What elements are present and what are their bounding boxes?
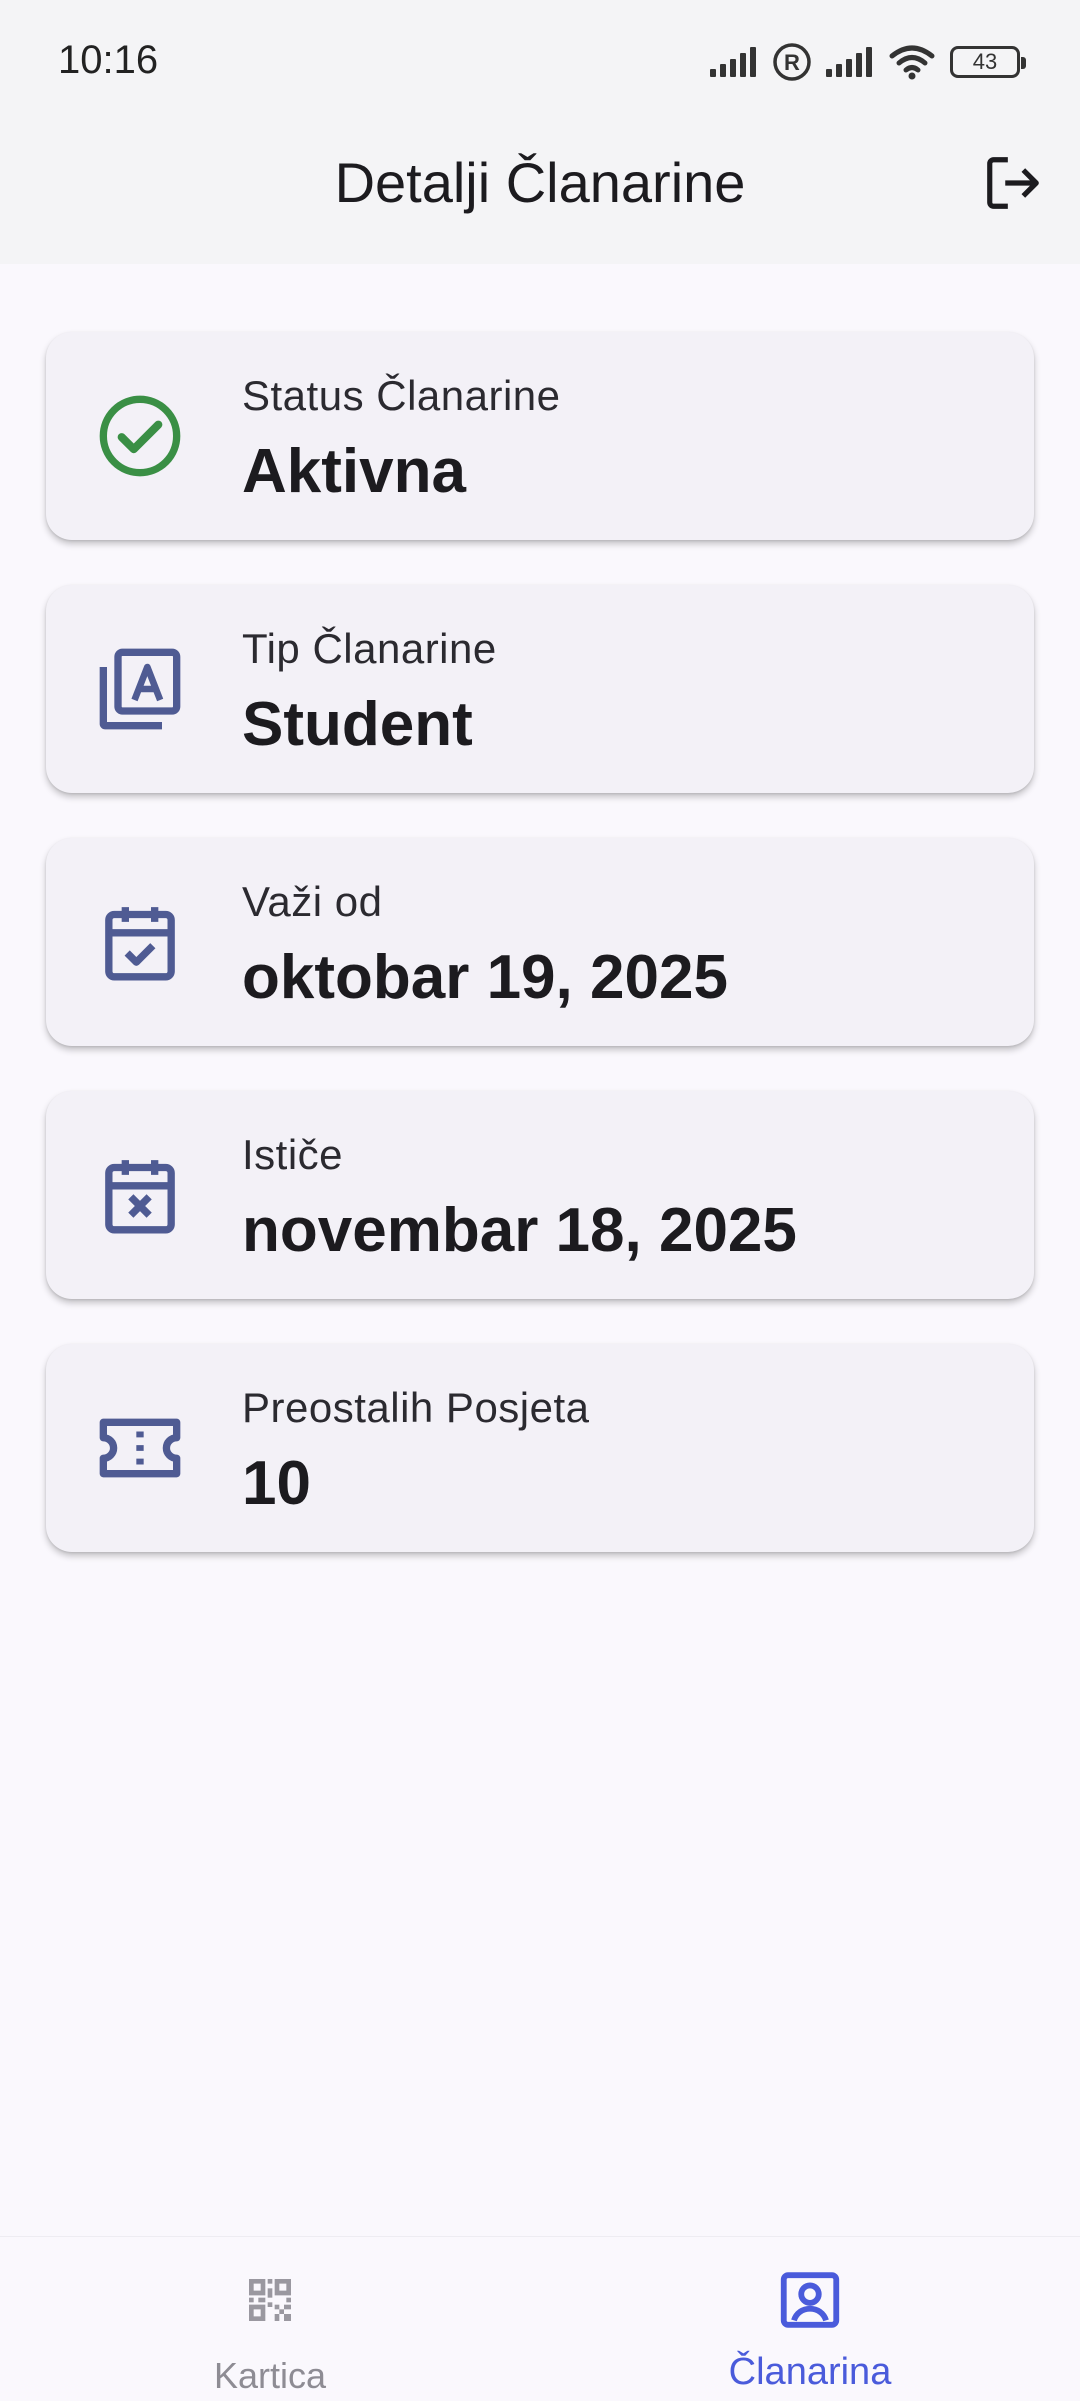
battery-indicator: 43 <box>950 46 1026 78</box>
card-value: novembar 18, 2025 <box>242 1196 797 1265</box>
check-circle-icon <box>94 390 186 482</box>
ticket-icon <box>94 1402 186 1494</box>
wifi-icon <box>889 45 935 80</box>
nav-label-kartica: Kartica <box>213 2355 327 2396</box>
membership-type-card: Tip Članarine Student <box>46 585 1034 793</box>
signal-icon-2 <box>826 47 872 77</box>
membership-type-icon <box>94 643 186 735</box>
expires-card: Ističe novembar 18, 2025 <box>46 1091 1034 1299</box>
qr-code-icon <box>0 2265 540 2335</box>
logout-icon <box>987 157 1039 209</box>
status-icons: R 43 <box>710 42 1026 82</box>
nav-item-clanarina[interactable]: Članarina <box>540 2237 1080 2401</box>
calendar-check-icon <box>94 896 186 988</box>
bottom-navigation: Kartica Članarina <box>0 2236 1080 2400</box>
svg-text:R: R <box>784 50 800 75</box>
card-label: Preostalih Posjeta <box>242 1384 590 1431</box>
card-value: Student <box>242 690 473 759</box>
card-value: oktobar 19, 2025 <box>242 943 728 1012</box>
nav-item-kartica[interactable]: Kartica <box>0 2237 540 2401</box>
card-value: Aktivna <box>242 437 466 506</box>
card-label: Važi od <box>242 878 383 925</box>
status-time: 10:16 <box>58 38 159 82</box>
status-bar: 10:16 R 43 <box>0 0 1080 128</box>
logout-button[interactable] <box>978 148 1048 218</box>
page-title: Detalji Članarine <box>334 151 746 214</box>
membership-details: Status Članarine Aktivna Tip Članarine S… <box>46 332 1034 1597</box>
card-label: Ističe <box>242 1131 344 1178</box>
signal-icon <box>710 47 756 77</box>
membership-status-card: Status Članarine Aktivna <box>46 332 1034 540</box>
remaining-visits-card: Preostalih Posjeta 10 <box>46 1344 1034 1552</box>
nav-label-clanarina: Članarina <box>728 2351 892 2393</box>
calendar-x-icon <box>94 1149 186 1241</box>
card-label: Status Članarine <box>242 372 561 419</box>
card-value: 10 <box>242 1449 311 1518</box>
registered-icon: R <box>773 43 811 81</box>
card-label: Tip Članarine <box>242 625 497 672</box>
valid-from-card: Važi od oktobar 19, 2025 <box>46 838 1034 1046</box>
account-box-icon <box>540 2265 1080 2335</box>
